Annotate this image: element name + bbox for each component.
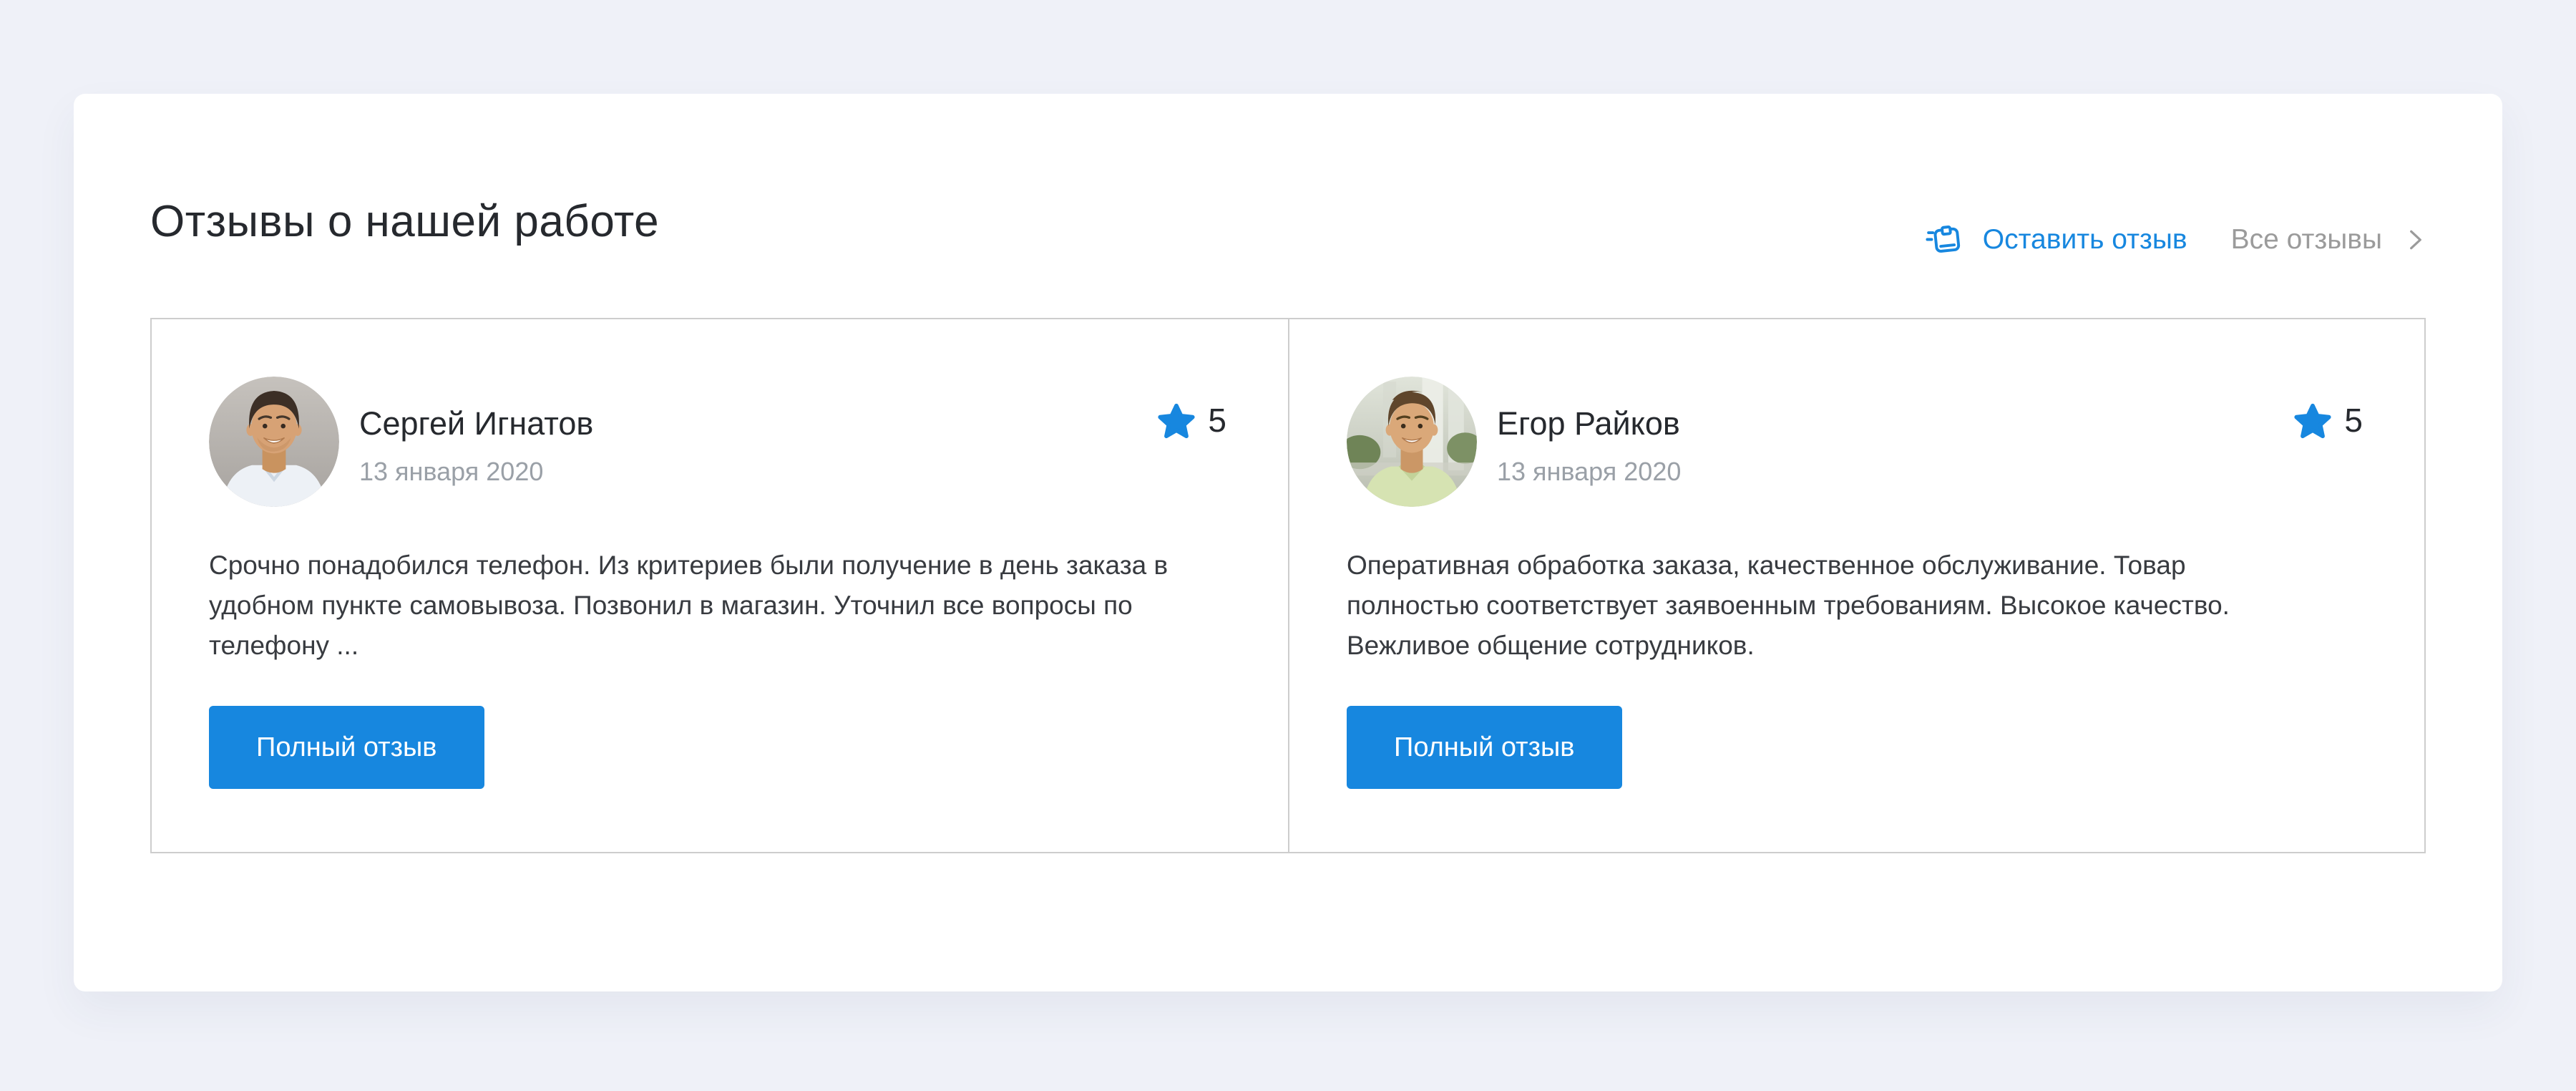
review-rating: 5 (2294, 401, 2363, 440)
review-cards: Сергей Игнатов 13 января 2020 5 Срочно п… (150, 318, 2426, 853)
section-title: Отзывы о нашей работе (150, 196, 659, 247)
all-reviews-link[interactable]: Все отзывы (2231, 224, 2424, 256)
reviewer-avatar (1347, 377, 1477, 507)
rating-value: 5 (1208, 401, 1226, 440)
all-reviews-label: Все отзывы (2231, 224, 2382, 256)
review-text: Оперативная обработка заказа, качественн… (1347, 546, 2313, 666)
reviewer-info: Сергей Игнатов 13 января 2020 (359, 405, 593, 487)
review-card: Сергей Игнатов 13 января 2020 5 Срочно п… (152, 319, 1288, 852)
rating-value: 5 (2344, 401, 2363, 440)
full-review-button[interactable]: Полный отзыв (209, 706, 484, 789)
review-card-header: Егор Райков 13 января 2020 5 (1347, 377, 2363, 507)
package-delivery-icon (1925, 220, 1964, 259)
review-text: Срочно понадобился телефон. Из критериев… (209, 546, 1175, 666)
reviewer-name: Егор Райков (1497, 405, 1681, 442)
review-card: Егор Райков 13 января 2020 5 Оперативная… (1288, 319, 2424, 852)
review-date: 13 января 2020 (359, 457, 593, 487)
review-date: 13 января 2020 (1497, 457, 1681, 487)
reviews-header: Отзывы о нашей работе Оставить отзыв (74, 184, 2502, 259)
review-card-header: Сергей Игнатов 13 января 2020 5 (209, 377, 1226, 507)
leave-review-label: Оставить отзыв (1983, 224, 2187, 256)
star-icon (2294, 402, 2331, 439)
reviewer-name: Сергей Игнатов (359, 405, 593, 442)
reviewer-avatar (209, 377, 339, 507)
full-review-button[interactable]: Полный отзыв (1347, 706, 1622, 789)
header-links: Оставить отзыв Все отзывы (1925, 220, 2424, 259)
reviews-panel: Отзывы о нашей работе Оставить отзыв (74, 94, 2502, 991)
star-icon (1158, 402, 1195, 439)
leave-review-link[interactable]: Оставить отзыв (1925, 220, 2187, 259)
review-rating: 5 (1158, 401, 1226, 440)
chevron-right-icon (2408, 227, 2424, 253)
reviewer-info: Егор Райков 13 января 2020 (1497, 405, 1681, 487)
